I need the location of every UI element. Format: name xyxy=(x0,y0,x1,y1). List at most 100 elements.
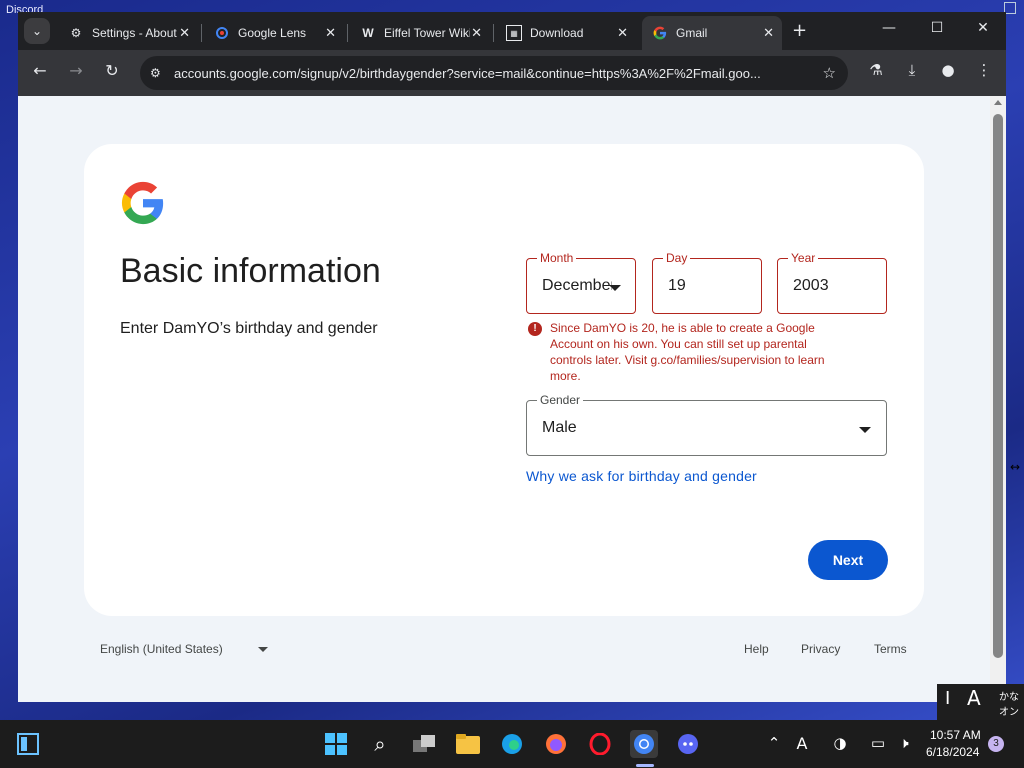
close-icon[interactable]: ✕ xyxy=(763,25,774,41)
plus-icon: + xyxy=(792,20,808,41)
ime-mode-button[interactable]: A xyxy=(967,686,981,710)
gender-label: Gender xyxy=(537,393,584,407)
chevron-down-icon xyxy=(609,285,621,291)
day-value: 19 xyxy=(668,277,686,294)
google-icon xyxy=(652,25,668,41)
error-icon: ! xyxy=(528,322,542,336)
tab-google-lens[interactable]: Google Lens ✕ xyxy=(204,16,344,50)
tab-eiffel-tower[interactable]: W Eiffel Tower Wiki ✕ xyxy=(350,16,490,50)
year-value: 2003 xyxy=(793,277,829,294)
tab-title: Google Lens xyxy=(238,26,307,40)
bookmark-star-icon[interactable]: ☆ xyxy=(823,64,836,82)
windows-start-icon[interactable] xyxy=(322,730,350,758)
close-icon[interactable]: ✕ xyxy=(617,25,628,41)
forward-button[interactable]: → xyxy=(64,61,88,80)
tab-search-button[interactable]: ⌄ xyxy=(24,18,50,44)
opera-icon[interactable] xyxy=(586,730,614,758)
url-text[interactable]: accounts.google.com/signup/v2/birthdayge… xyxy=(174,66,810,81)
ime-kana-top[interactable]: かな xyxy=(999,688,1019,703)
google-lens-icon xyxy=(214,25,230,41)
discord-icon[interactable] xyxy=(674,730,702,758)
close-window-button[interactable]: ✕ xyxy=(968,20,998,36)
tab-title: Eiffel Tower Wiki xyxy=(384,26,470,40)
ime-toolbar: I A かな オン xyxy=(937,684,1024,720)
day-input[interactable]: Day 19 xyxy=(652,251,762,314)
language-select[interactable]: English (United States) xyxy=(100,642,223,656)
arrow-right-icon: → xyxy=(69,61,83,80)
focus-assist-icon[interactable]: ◑ xyxy=(830,734,850,752)
tablet-mode-icon[interactable] xyxy=(16,732,40,756)
active-app-indicator xyxy=(636,764,654,767)
chevron-up-icon[interactable]: ⌃ xyxy=(764,734,784,752)
file-explorer-icon[interactable] xyxy=(454,730,482,758)
chrome-icon[interactable] xyxy=(630,730,658,758)
volume-muted-icon[interactable]: 🕨 xyxy=(894,734,914,752)
back-button[interactable]: ← xyxy=(28,61,52,80)
tab-divider xyxy=(493,24,494,42)
tab-download[interactable]: ▦ Download ✕ xyxy=(496,16,636,50)
ime-mode-tray-icon[interactable]: A xyxy=(792,734,812,753)
reload-button[interactable]: ↻ xyxy=(100,61,124,80)
maximize-icon: ☐ xyxy=(930,20,944,36)
scroll-thumb[interactable] xyxy=(993,114,1003,658)
tab-gmail[interactable]: Gmail ✕ xyxy=(642,16,782,50)
ime-kana-bottom[interactable]: オン xyxy=(999,703,1019,718)
year-input[interactable]: Year 2003 xyxy=(777,251,887,314)
privacy-link[interactable]: Privacy xyxy=(801,642,840,656)
reload-icon: ↻ xyxy=(105,61,119,80)
month-select[interactable]: Month December xyxy=(526,251,636,314)
tab-settings[interactable]: ⚙ Settings - About ✕ xyxy=(58,16,198,50)
next-button[interactable]: Next xyxy=(808,540,888,580)
chevron-down-icon: ⌄ xyxy=(31,24,43,38)
day-label: Day xyxy=(663,251,691,265)
tab-title: Download xyxy=(530,26,584,40)
page-scrollbar[interactable] xyxy=(990,96,1006,702)
gender-value: Male xyxy=(542,419,577,436)
maximize-button[interactable]: ☐ xyxy=(922,20,952,36)
browser-window: ⌄ ⚙ Settings - About ✕ Google Lens ✕ W E… xyxy=(18,12,1006,702)
why-birthday-gender-link[interactable]: Why we ask for birthday and gender xyxy=(526,468,757,484)
edge-icon[interactable] xyxy=(498,730,526,758)
signup-page: Basic information Enter DamYO’s birthday… xyxy=(18,96,990,702)
labs-flask-icon[interactable]: ⚗ xyxy=(864,61,888,79)
scroll-up-arrow-icon[interactable] xyxy=(994,100,1002,105)
google-logo xyxy=(121,181,164,225)
age-error-message: Since DamYO is 20, he is able to create … xyxy=(550,321,825,383)
clock-date[interactable]: 6/18/2024 xyxy=(926,745,979,759)
menu-kebab-icon[interactable]: ⋮ xyxy=(972,61,996,79)
close-icon[interactable]: ✕ xyxy=(325,25,336,41)
help-link[interactable]: Help xyxy=(744,642,769,656)
tab-divider xyxy=(201,24,202,42)
profile-icon[interactable]: ● xyxy=(936,61,960,79)
notification-badge[interactable]: 3 xyxy=(988,736,1004,752)
chevron-down-icon[interactable] xyxy=(258,647,268,652)
year-label: Year xyxy=(788,251,819,265)
close-icon[interactable]: ✕ xyxy=(471,25,482,41)
signup-card: Basic information Enter DamYO’s birthday… xyxy=(84,144,924,616)
browser-toolbar: ← → ↻ ⚙ accounts.google.com/signup/v2/bi… xyxy=(18,50,1006,96)
tab-title: Settings - About xyxy=(92,26,177,40)
task-view-icon[interactable] xyxy=(410,730,438,758)
resize-cursor-icon: ↔ xyxy=(1010,460,1021,474)
close-icon[interactable]: ✕ xyxy=(179,25,190,41)
arrow-left-icon: ← xyxy=(33,61,47,80)
site-info-icon[interactable]: ⚙ xyxy=(150,66,170,80)
tab-strip: ⌄ ⚙ Settings - About ✕ Google Lens ✕ W E… xyxy=(18,12,1006,50)
gear-icon: ⚙ xyxy=(70,26,82,40)
wiki-icon: W xyxy=(362,26,374,40)
chevron-down-icon xyxy=(859,427,871,433)
minimize-icon: — xyxy=(882,20,896,36)
network-icon[interactable]: ▭ xyxy=(868,734,888,752)
firefox-icon[interactable] xyxy=(542,730,570,758)
month-value: December xyxy=(542,277,612,294)
search-icon[interactable]: ⌕ xyxy=(366,730,394,758)
gender-select[interactable]: Gender Male xyxy=(526,393,887,456)
clock-time[interactable]: 10:57 AM xyxy=(930,728,981,742)
address-bar[interactable]: ⚙ accounts.google.com/signup/v2/birthday… xyxy=(140,56,848,90)
page-title: Basic information xyxy=(120,252,381,290)
new-tab-button[interactable]: + xyxy=(792,20,807,41)
download-icon[interactable]: ⤓ xyxy=(900,61,924,79)
taskbar: ⌕ ⌃ A ◑ ▭ 🕨 10:57 AM 6/18/2024 3 xyxy=(0,720,1024,768)
minimize-button[interactable]: — xyxy=(874,20,904,36)
terms-link[interactable]: Terms xyxy=(874,642,907,656)
